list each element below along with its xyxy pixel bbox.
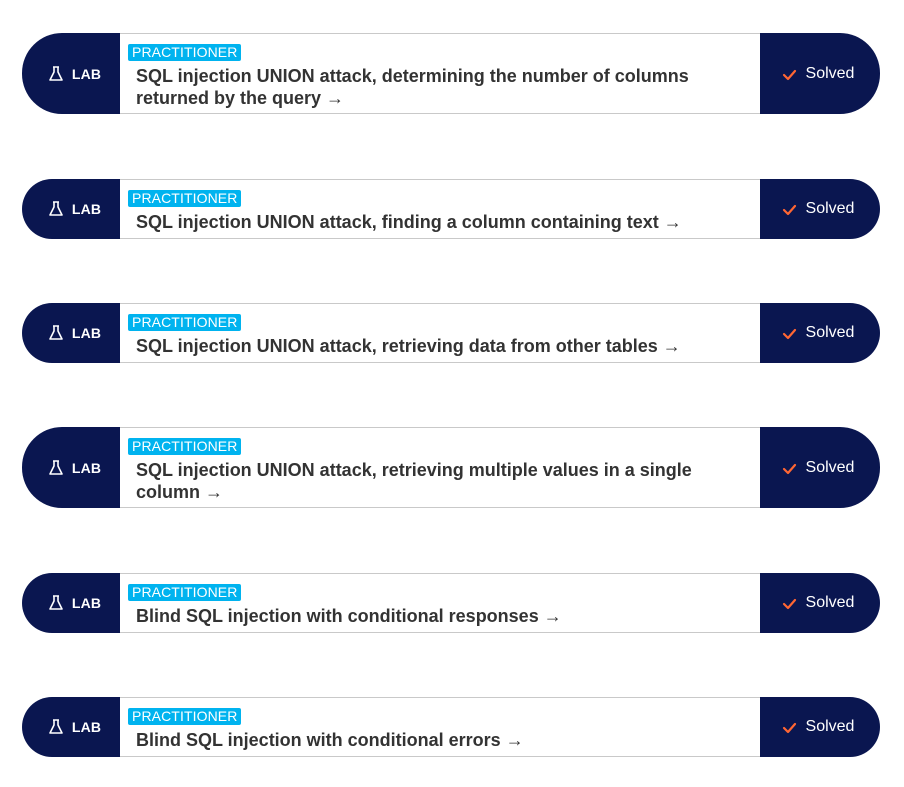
status-badge: Solved: [760, 573, 880, 633]
status-badge: Solved: [760, 697, 880, 757]
lab-badge: LAB: [22, 697, 120, 757]
status-label: Solved: [805, 458, 855, 476]
status-label: Solved: [805, 200, 855, 217]
lab-content: PRACTITIONER SQL injection UNION attack,…: [120, 179, 760, 239]
lab-badge: LAB: [22, 179, 120, 239]
lab-badge: LAB: [22, 573, 120, 633]
lab-card: LAB PRACTITIONER SQL injection UNION att…: [22, 179, 880, 239]
lab-content: PRACTITIONER SQL injection UNION attack,…: [120, 303, 760, 363]
lab-content: PRACTITIONER Blind SQL injection with co…: [120, 573, 760, 633]
flask-icon: [47, 65, 65, 83]
flask-icon: [47, 324, 65, 342]
level-tag: PRACTITIONER: [128, 44, 242, 61]
lab-card: LAB PRACTITIONER SQL injection UNION att…: [22, 427, 880, 508]
lab-title-link[interactable]: Blind SQL injection with conditional err…: [136, 729, 726, 751]
lab-title-link[interactable]: SQL injection UNION attack, retrieving d…: [136, 335, 726, 357]
lab-badge-label: LAB: [71, 325, 102, 341]
check-icon: [782, 722, 797, 734]
level-tag: PRACTITIONER: [128, 708, 242, 725]
lab-card: LAB PRACTITIONER SQL injection UNION att…: [22, 33, 880, 114]
lab-content: PRACTITIONER Blind SQL injection with co…: [120, 697, 760, 757]
level-tag: PRACTITIONER: [128, 584, 242, 601]
lab-badge: LAB: [22, 33, 120, 114]
lab-badge-label: LAB: [71, 595, 102, 611]
level-tag: PRACTITIONER: [128, 438, 242, 455]
status-badge: Solved: [760, 427, 880, 508]
level-tag: PRACTITIONER: [128, 190, 242, 207]
status-badge: Solved: [760, 303, 880, 363]
lab-content: PRACTITIONER SQL injection UNION attack,…: [120, 427, 760, 508]
lab-badge-label: LAB: [71, 719, 102, 735]
lab-title-link[interactable]: SQL injection UNION attack, finding a co…: [136, 211, 726, 233]
lab-badge-label: LAB: [71, 65, 102, 82]
lab-title-link[interactable]: SQL injection UNION attack, determining …: [136, 65, 726, 109]
lab-title-link[interactable]: SQL injection UNION attack, retrieving m…: [136, 459, 726, 503]
lab-content: PRACTITIONER SQL injection UNION attack,…: [120, 33, 760, 114]
lab-badge: LAB: [22, 303, 120, 363]
check-icon: [782, 204, 797, 216]
level-tag: PRACTITIONER: [128, 314, 242, 331]
status-label: Solved: [805, 324, 855, 341]
lab-badge-label: LAB: [71, 459, 102, 476]
lab-card: LAB PRACTITIONER Blind SQL injection wit…: [22, 697, 880, 757]
status-badge: Solved: [760, 33, 880, 114]
status-label: Solved: [805, 718, 855, 735]
status-label: Solved: [805, 594, 855, 611]
check-icon: [782, 69, 797, 81]
status-badge: Solved: [760, 179, 880, 239]
check-icon: [782, 463, 797, 475]
lab-title-link[interactable]: Blind SQL injection with conditional res…: [136, 605, 726, 627]
lab-badge-label: LAB: [71, 201, 102, 217]
lab-card: LAB PRACTITIONER Blind SQL injection wit…: [22, 573, 880, 633]
lab-badge: LAB: [22, 427, 120, 508]
flask-icon: [47, 200, 65, 218]
check-icon: [782, 598, 797, 610]
flask-icon: [47, 718, 65, 736]
flask-icon: [47, 459, 65, 477]
flask-icon: [47, 594, 65, 612]
status-label: Solved: [805, 64, 855, 82]
check-icon: [782, 328, 797, 340]
lab-card: LAB PRACTITIONER SQL injection UNION att…: [22, 303, 880, 363]
